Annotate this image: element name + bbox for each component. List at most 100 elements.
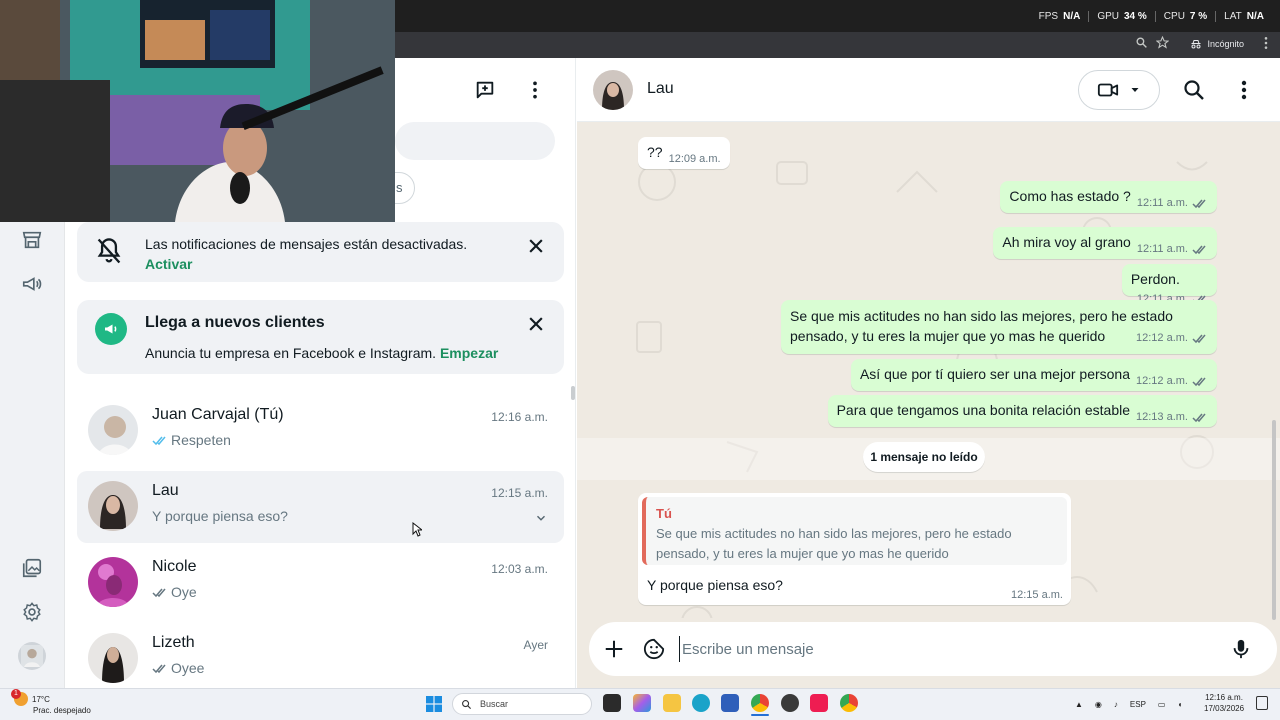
conversation-header: Lau: [577, 58, 1280, 122]
settings-gear-icon[interactable]: [20, 600, 44, 624]
chat-preview: Y porque piensa eso?: [152, 508, 288, 524]
tiktok-icon[interactable]: [810, 694, 828, 712]
list-scrollbar[interactable]: [571, 386, 575, 400]
media-gallery-icon[interactable]: [20, 556, 44, 580]
chat-item-lizeth[interactable]: Lizeth Ayer Oyee: [77, 623, 564, 688]
chrome-icon[interactable]: [751, 694, 769, 712]
message-outgoing[interactable]: Para que tengamos una bonita relación es…: [827, 395, 1217, 427]
avatar: [88, 481, 138, 531]
delivered-ticks-icon: [152, 664, 166, 673]
delivered-ticks-icon: [1192, 245, 1206, 254]
chat-item-lau[interactable]: Lau 12:15 a.m. Y porque piensa eso?: [77, 471, 564, 543]
chat-name: Juan Carvajal (Tú): [152, 406, 284, 423]
active-app-indicator: [751, 714, 769, 716]
chat-time: 12:03 a.m.: [491, 562, 548, 576]
delivered-ticks-icon: [1192, 377, 1206, 386]
conversation-scrollbar[interactable]: [1272, 420, 1276, 620]
conversation-menu-icon[interactable]: [1232, 78, 1256, 102]
search-icon: [462, 699, 472, 709]
catalog-icon[interactable]: [20, 228, 44, 252]
contact-avatar[interactable]: [593, 70, 633, 110]
windows-start-icon[interactable]: [426, 696, 442, 712]
notifications-text: Las notificaciones de mensajes están des…: [145, 236, 468, 252]
mouse-cursor-icon: [412, 522, 422, 537]
microphone-icon[interactable]: [1230, 637, 1252, 661]
notifications-icon[interactable]: [1256, 696, 1268, 710]
video-camera-icon: [1097, 83, 1119, 97]
avatar: [88, 405, 138, 455]
weather-sun-icon: 1: [11, 689, 28, 706]
clock-date: 17/03/2026: [1204, 704, 1245, 713]
bell-off-icon: [97, 238, 121, 264]
list-menu-icon[interactable]: [523, 78, 547, 102]
quote-text: Se que mis actitudes no han sido las mej…: [656, 526, 1012, 561]
conversation-panel: Lau ?? 12:09 a.m. Como has estado ? 12:11 …: [577, 58, 1280, 688]
sticker-icon[interactable]: [643, 638, 665, 660]
read-ticks-icon: [152, 436, 166, 445]
search-icon[interactable]: [1182, 78, 1206, 102]
attach-plus-icon[interactable]: [603, 638, 625, 660]
activate-link[interactable]: Activar: [145, 254, 467, 274]
chrome-icon[interactable]: [840, 694, 858, 712]
chat-time: Ayer: [523, 638, 548, 652]
copilot-icon[interactable]: [633, 694, 651, 712]
video-call-button[interactable]: [1078, 70, 1160, 110]
app-icon[interactable]: [781, 694, 799, 712]
avatar: [88, 633, 138, 683]
chat-item-juan[interactable]: Juan Carvajal (Tú) 12:16 a.m. Respeten: [77, 395, 564, 467]
stat-cpu: CPU 7 %: [1154, 10, 1215, 22]
avatar: [88, 557, 138, 607]
taskbar-clock[interactable]: 12:16 a.m. 17/03/2026: [1204, 692, 1244, 714]
unread-messages-label: 1 mensaje no leído: [863, 442, 985, 472]
contact-name[interactable]: Lau: [647, 80, 674, 98]
close-icon[interactable]: [526, 314, 546, 334]
start-link[interactable]: Empezar: [440, 345, 498, 361]
message-outgoing[interactable]: Así que por tí quiero ser una mejor pers…: [850, 359, 1217, 391]
message-input[interactable]: [679, 636, 1199, 662]
incognito-indicator[interactable]: Incógnito: [1190, 34, 1244, 54]
edge-icon[interactable]: [692, 694, 710, 712]
delivered-ticks-icon: [1192, 199, 1206, 208]
chevron-up-icon[interactable]: ▲: [1075, 700, 1083, 709]
chevron-down-icon[interactable]: [534, 511, 548, 525]
mic-tray-icon[interactable]: ♪: [1114, 700, 1118, 709]
browser-menu-icon[interactable]: [1262, 36, 1270, 50]
volume-icon[interactable]: ◖: [1177, 700, 1182, 709]
chat-name: Lizeth: [152, 634, 195, 651]
promo-card: Llega a nuevos clientes Anuncia tu empre…: [77, 300, 564, 374]
message-incoming-reply[interactable]: Tú Se que mis actitudes no han sido las …: [638, 493, 1071, 605]
chat-search-input[interactable]: [395, 122, 555, 160]
taskbar-search[interactable]: Buscar: [452, 693, 592, 715]
store-icon[interactable]: [721, 694, 739, 712]
quote-author: Tú: [656, 506, 672, 521]
message-outgoing[interactable]: Perdon. 12:11 a.m.: [1121, 264, 1217, 305]
system-tray: ▲ ◉ ♪ ESP ▭ ◖: [1075, 692, 1182, 716]
zoom-icon[interactable]: [1135, 36, 1148, 49]
message-outgoing[interactable]: Como has estado ? 12:11 a.m.: [1000, 181, 1217, 213]
wifi-icon[interactable]: ▭: [1158, 700, 1166, 709]
file-explorer-icon[interactable]: [663, 694, 681, 712]
weather-desc: Prac. despejado: [33, 706, 91, 715]
task-view-icon[interactable]: [603, 694, 621, 712]
new-chat-icon[interactable]: [473, 78, 497, 102]
list-header-actions: [473, 78, 547, 102]
profile-avatar[interactable]: [18, 642, 46, 670]
incognito-label: Incógnito: [1207, 39, 1244, 49]
chat-item-nicole[interactable]: Nicole 12:03 a.m. Oye: [77, 547, 564, 619]
chat-time: 12:16 a.m.: [491, 410, 548, 424]
weather-temp: 17°C: [32, 694, 50, 704]
caret-down-icon: [1131, 88, 1139, 92]
incognito-icon: [1191, 40, 1201, 49]
quoted-message[interactable]: Tú Se que mis actitudes no han sido las …: [642, 497, 1067, 565]
weather-widget[interactable]: 1 17°C Prac. despejado: [11, 689, 91, 715]
promo-text: Anuncia tu empresa en Facebook e Instagr…: [145, 345, 437, 361]
language-indicator[interactable]: ESP: [1130, 700, 1146, 709]
message-outgoing[interactable]: Se que mis actitudes no han sido las mej…: [781, 300, 1217, 354]
stat-gpu: GPU 34 %: [1088, 10, 1154, 22]
message-incoming[interactable]: ?? 12:09 a.m.: [638, 137, 730, 169]
bookmark-star-icon[interactable]: [1156, 36, 1169, 49]
network-icon[interactable]: ◉: [1095, 700, 1102, 709]
close-icon[interactable]: [526, 236, 546, 256]
message-outgoing[interactable]: Ah mira voy al grano 12:11 a.m.: [993, 227, 1217, 259]
advertise-icon[interactable]: [20, 272, 44, 296]
